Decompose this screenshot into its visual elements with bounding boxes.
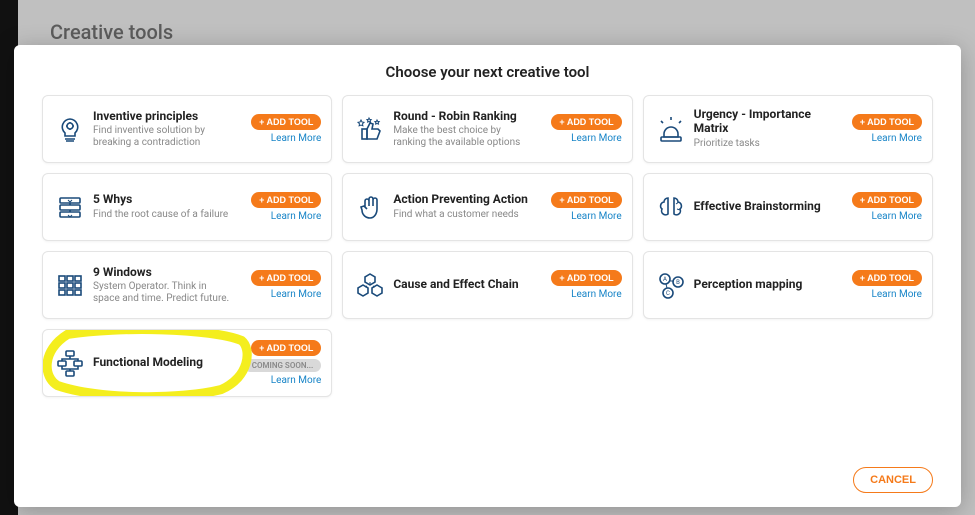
learn-more-link[interactable]: Learn More	[571, 133, 622, 144]
add-tool-button[interactable]: + ADD TOOL	[852, 192, 922, 208]
tool-card: 5 Whys Find the root cause of a failure + …	[42, 173, 332, 241]
tool-title: Urgency - Importance Matrix	[694, 108, 836, 136]
tool-card: Action Preventing Action Find what a cust…	[342, 173, 632, 241]
hand-stop-icon	[353, 190, 387, 224]
add-tool-button[interactable]: + ADD TOOL	[251, 114, 321, 130]
tool-subtitle: Find what a customer needs	[393, 209, 535, 221]
abc-nodes-icon	[654, 268, 688, 302]
tool-actions: + ADD TOOL Learn More	[842, 192, 922, 222]
modal-title: Choose your next creative tool	[42, 63, 933, 81]
tool-subtitle: Find inventive solution by breaking a co…	[93, 125, 235, 148]
add-tool-button[interactable]: + ADD TOOL	[251, 340, 321, 356]
tool-card-body: Action Preventing Action Find what a cust…	[387, 193, 541, 220]
add-tool-button[interactable]: + ADD TOOL	[852, 270, 922, 286]
tool-card-body: 9 WindowsSystem Operator. Think in space…	[87, 266, 241, 305]
tool-actions: + ADD TOOL Learn More	[241, 270, 321, 300]
modal-footer: CANCEL	[853, 467, 933, 493]
cubes-icon	[353, 268, 387, 302]
tool-card: 9 WindowsSystem Operator. Think in space…	[42, 251, 332, 319]
tool-card: Round - Robin RankingMake the best choic…	[342, 95, 632, 163]
tool-actions: + ADD TOOL Learn More	[842, 114, 922, 144]
tool-title: 5 Whys	[93, 193, 235, 207]
tool-card-body: Inventive principlesFind inventive solut…	[87, 110, 241, 149]
tool-card: Effective Brainstorming + ADD TOOL Learn M…	[643, 173, 933, 241]
tool-actions: + ADD TOOL Learn More	[241, 114, 321, 144]
learn-more-link[interactable]: Learn More	[871, 211, 922, 222]
learn-more-link[interactable]: Learn More	[571, 211, 622, 222]
tool-card: Urgency - Importance Matrix Prioritize ta…	[643, 95, 933, 163]
flowchart-icon	[53, 346, 87, 380]
layers-icon	[53, 190, 87, 224]
add-tool-button[interactable]: + ADD TOOL	[251, 270, 321, 286]
learn-more-link[interactable]: Learn More	[871, 133, 922, 144]
coming-soon-badge: COMING SOON...	[244, 359, 322, 372]
tool-title: Action Preventing Action	[393, 193, 535, 207]
tool-subtitle: Find the root cause of a failure	[93, 209, 235, 221]
tool-title: 9 Windows	[93, 266, 235, 280]
thumbs-up-stars-icon	[353, 112, 387, 146]
learn-more-link[interactable]: Learn More	[271, 289, 322, 300]
tool-card-body: Round - Robin RankingMake the best choic…	[387, 110, 541, 149]
learn-more-link[interactable]: Learn More	[271, 211, 322, 222]
tool-card-body: Perception mapping	[688, 278, 842, 292]
tool-card: Inventive principlesFind inventive solut…	[42, 95, 332, 163]
learn-more-link[interactable]: Learn More	[271, 133, 322, 144]
add-tool-button[interactable]: + ADD TOOL	[251, 192, 321, 208]
tool-subtitle: Prioritize tasks	[694, 138, 836, 150]
tool-card-body: Functional Modeling	[87, 356, 241, 370]
tool-card-body: Cause and Effect Chain	[387, 278, 541, 292]
learn-more-link[interactable]: Learn More	[271, 375, 322, 386]
tool-actions: + ADD TOOL Learn More	[842, 270, 922, 300]
add-tool-button[interactable]: + ADD TOOL	[551, 114, 621, 130]
add-tool-button[interactable]: + ADD TOOL	[551, 270, 621, 286]
tool-title: Functional Modeling	[93, 356, 235, 370]
tool-card: Perception mapping + ADD TOOL Learn More	[643, 251, 933, 319]
lightbulb-gear-icon	[53, 112, 87, 146]
tools-grid: Inventive principlesFind inventive solut…	[42, 95, 933, 397]
tool-title: Perception mapping	[694, 278, 836, 292]
tool-title: Inventive principles	[93, 110, 235, 124]
tool-card-body: Effective Brainstorming	[688, 200, 842, 214]
tool-card: Functional Modeling + ADD TOOL COMING SOON…	[42, 329, 332, 397]
tool-title: Effective Brainstorming	[694, 200, 836, 214]
tool-card: Cause and Effect Chain + ADD TOOL Learn Mo…	[342, 251, 632, 319]
tool-actions: + ADD TOOL Learn More	[542, 114, 622, 144]
tool-title: Round - Robin Ranking	[393, 110, 535, 124]
add-tool-button[interactable]: + ADD TOOL	[852, 114, 922, 130]
tool-subtitle: System Operator. Think in space and time…	[93, 281, 235, 304]
tool-card-body: 5 Whys Find the root cause of a failure	[87, 193, 241, 220]
brain-icon	[654, 190, 688, 224]
tool-card-body: Urgency - Importance Matrix Prioritize ta…	[688, 108, 842, 149]
tool-actions: + ADD TOOL Learn More	[542, 270, 622, 300]
tool-subtitle: Make the best choice by ranking the avai…	[393, 125, 535, 148]
learn-more-link[interactable]: Learn More	[571, 289, 622, 300]
grid3x3-icon	[53, 268, 87, 302]
choose-tool-modal: Choose your next creative tool Inventive…	[14, 45, 961, 507]
siren-icon	[654, 112, 688, 146]
tool-actions: + ADD TOOL Learn More	[241, 192, 321, 222]
tool-actions: + ADD TOOL COMING SOON... Learn More	[241, 340, 321, 386]
learn-more-link[interactable]: Learn More	[871, 289, 922, 300]
tool-actions: + ADD TOOL Learn More	[542, 192, 622, 222]
tool-title: Cause and Effect Chain	[393, 278, 535, 292]
add-tool-button[interactable]: + ADD TOOL	[551, 192, 621, 208]
cancel-button[interactable]: CANCEL	[853, 467, 933, 493]
